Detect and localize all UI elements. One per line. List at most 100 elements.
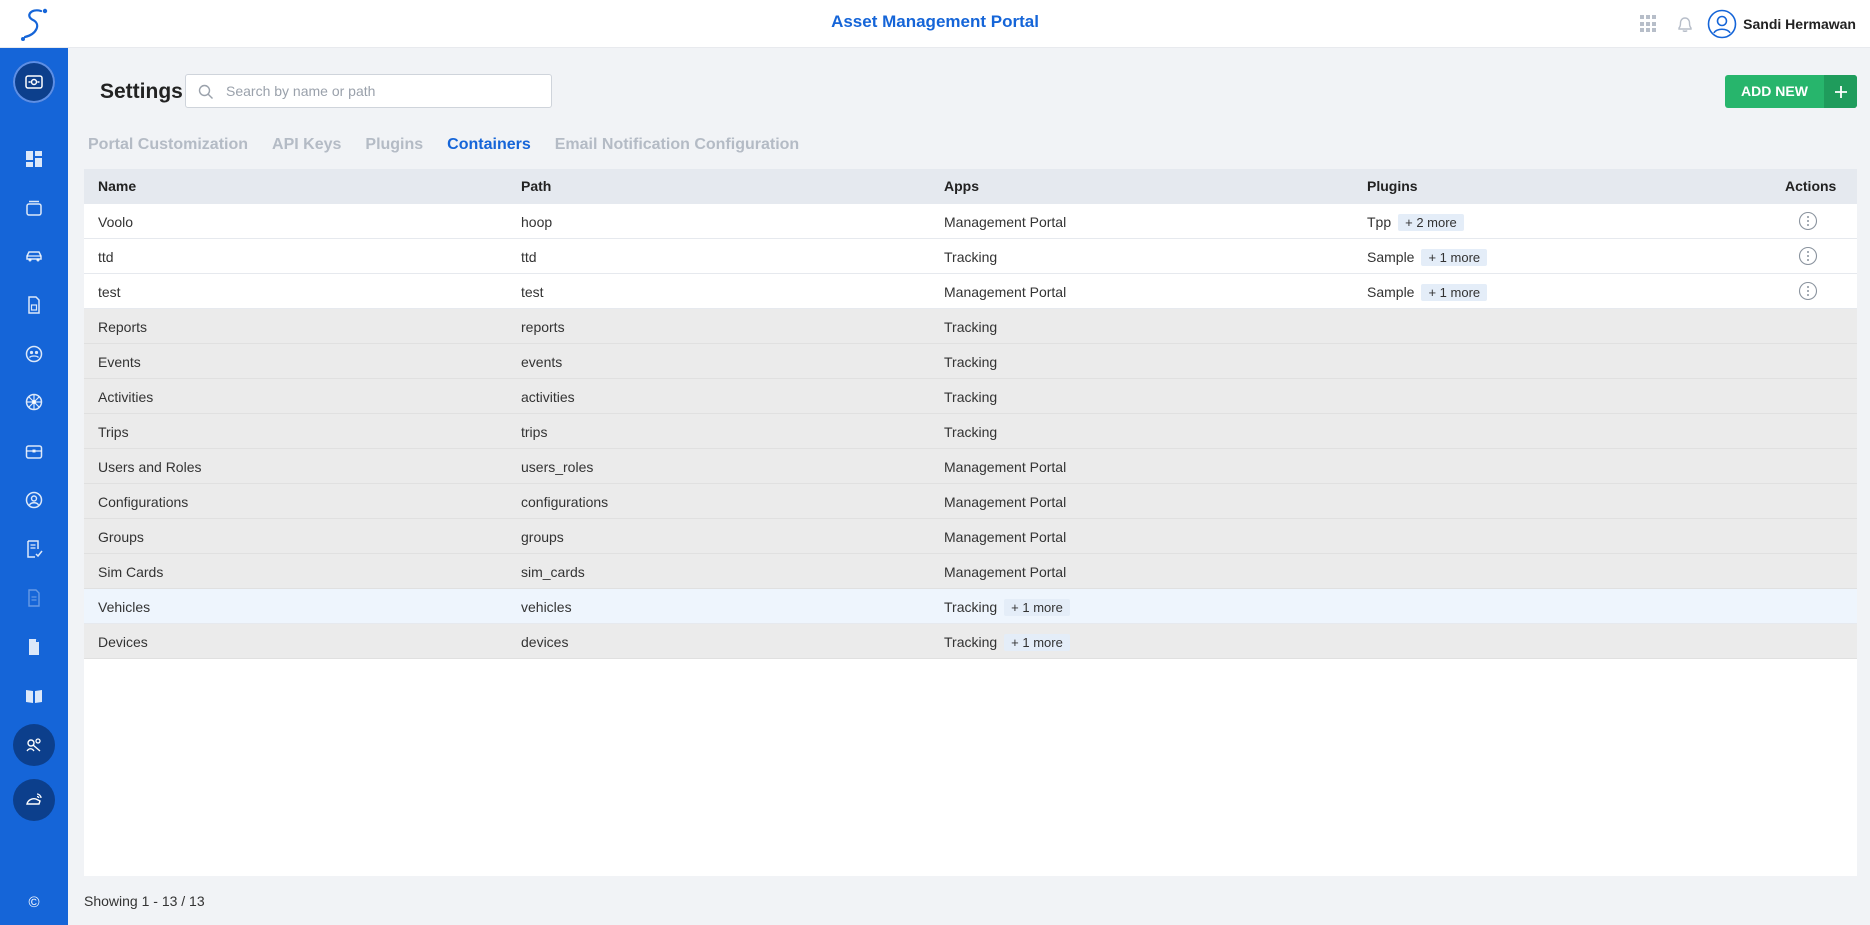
cell-apps: Tracking: [944, 414, 997, 449]
sidebar-item-users[interactable]: [0, 480, 68, 520]
cell-name-text: Devices: [98, 633, 148, 650]
more-actions-icon[interactable]: [1798, 246, 1818, 266]
column-header-plugins[interactable]: Plugins: [1367, 169, 1418, 204]
table-row[interactable]: Configurations configurations Management P…: [84, 484, 1857, 519]
cell-path: hoop: [521, 204, 552, 239]
table-row[interactable]: Trips trips Tracking: [84, 414, 1857, 449]
cell-path: vehicles: [521, 589, 572, 624]
sidebar-item-wheel[interactable]: [0, 382, 68, 422]
plugins-more-badge[interactable]: + 2 more: [1398, 213, 1464, 231]
cell-name: test: [98, 274, 121, 309]
table-row[interactable]: Reports reports Tracking: [84, 309, 1857, 344]
users-group-icon: [25, 345, 43, 363]
cell-name-text: ttd: [98, 248, 114, 265]
user-avatar-icon[interactable]: [1707, 9, 1737, 39]
cell-apps: Tracking + 1 more: [944, 589, 1070, 624]
cell-name: Groups: [98, 519, 144, 554]
sidebar-item-checklist[interactable]: [0, 529, 68, 569]
column-header-apps[interactable]: Apps: [944, 169, 979, 204]
cell-apps-text: Tracking: [944, 423, 998, 440]
pagination-summary: Showing 1 - 13 / 13: [84, 893, 205, 909]
cell-name: Reports: [98, 309, 147, 344]
table-row[interactable]: test test Management Portal Sample + 1 more: [84, 274, 1857, 309]
notification-bell-icon[interactable]: [1675, 14, 1695, 34]
cell-apps-text: Tracking: [944, 353, 998, 370]
tab-portal-customization[interactable]: Portal Customization: [88, 136, 248, 160]
cell-path: events: [521, 344, 562, 379]
table-row[interactable]: Activities activities Tracking: [84, 379, 1857, 414]
cell-name-text: Events: [98, 353, 141, 370]
sidebar-tools-button[interactable]: [13, 724, 55, 766]
cell-name: Devices: [98, 624, 148, 659]
cell-name-text: Vehicles: [98, 598, 151, 615]
cell-name: Vehicles: [98, 589, 150, 624]
file-icon: [29, 639, 39, 655]
cell-path-text: vehicles: [521, 598, 572, 615]
tab-plugins[interactable]: Plugins: [365, 136, 423, 160]
cell-apps-text: Management Portal: [944, 458, 1067, 475]
cell-plugins-text: Tpp: [1367, 213, 1392, 230]
sidebar-item-documents[interactable]: [0, 578, 68, 618]
search-icon: [198, 84, 213, 99]
cell-name: Voolo: [98, 204, 133, 239]
cell-apps: Management Portal: [944, 204, 1066, 239]
signal-vehicle-icon: [26, 793, 42, 805]
cell-plugins: Sample + 1 more: [1367, 239, 1488, 274]
cell-path: devices: [521, 624, 568, 659]
cell-path: reports: [521, 309, 565, 344]
add-new-button[interactable]: ADD NEW: [1725, 75, 1857, 108]
cell-apps-text: Tracking: [944, 388, 998, 405]
user-name[interactable]: Sandi Hermawan: [1743, 16, 1856, 32]
cell-name-text: Trips: [98, 423, 129, 440]
column-header-path[interactable]: Path: [521, 169, 551, 204]
apps-more-badge[interactable]: + 1 more: [1004, 633, 1070, 651]
tab-api-keys[interactable]: API Keys: [272, 136, 341, 160]
sidebar-item-dashboard[interactable]: [0, 139, 68, 179]
cell-path-text: ttd: [521, 248, 537, 265]
column-header-name[interactable]: Name: [98, 169, 136, 204]
tab-email-notification-configuration[interactable]: Email Notification Configuration: [555, 136, 799, 160]
cell-apps: Tracking: [944, 379, 997, 414]
sidebar-item-vehicles[interactable]: [0, 236, 68, 276]
cell-apps-text: Tracking: [944, 598, 998, 615]
cell-apps-text: Management Portal: [944, 213, 1067, 230]
sidebar-item-reports[interactable]: [0, 285, 68, 325]
table-row[interactable]: ttd ttd Tracking Sample + 1 more: [84, 239, 1857, 274]
apps-more-badge[interactable]: + 1 more: [1004, 598, 1070, 616]
cell-path-text: events: [521, 353, 563, 370]
page-title: Settings: [100, 80, 183, 103]
sidebar-settings-button[interactable]: [13, 61, 55, 103]
more-actions-icon[interactable]: [1798, 281, 1818, 301]
table-row[interactable]: Devices devices Tracking + 1 more: [84, 624, 1857, 659]
table-row[interactable]: Voolo hoop Management Portal Tpp + 2 more: [84, 204, 1857, 239]
table-row[interactable]: Vehicles vehicles Tracking + 1 more: [84, 589, 1857, 624]
plugins-more-badge[interactable]: + 1 more: [1421, 283, 1488, 301]
tab-containers[interactable]: Containers: [447, 136, 531, 160]
sidebar-fleet-button[interactable]: [13, 779, 55, 821]
sidebar-item-layers[interactable]: [0, 188, 68, 228]
cell-path: activities: [521, 379, 575, 414]
cell-plugins: Sample + 1 more: [1367, 274, 1488, 309]
app-title: Asset Management Portal: [831, 12, 1039, 31]
tools-icon: [26, 738, 41, 752]
sidebar-item-guide[interactable]: [0, 676, 68, 716]
search-input[interactable]: [226, 75, 546, 107]
table-row[interactable]: Users and Roles users_roles Management Por…: [84, 449, 1857, 484]
sidebar-item-groups[interactable]: [0, 334, 68, 374]
sidebar-item-inventory[interactable]: [0, 431, 68, 471]
cell-name: Configurations: [98, 484, 188, 519]
table-header: Name Path Apps Plugins Actions: [84, 169, 1857, 204]
cell-plugins: Tpp + 2 more: [1367, 204, 1464, 239]
table-row[interactable]: Groups groups Management Portal: [84, 519, 1857, 554]
cell-path-text: hoop: [521, 213, 553, 230]
plugins-more-badge[interactable]: + 1 more: [1421, 248, 1488, 266]
copyright-symbol[interactable]: ©: [0, 894, 68, 911]
more-actions-icon[interactable]: [1798, 211, 1818, 231]
search-box: [185, 74, 552, 108]
table-row[interactable]: Events events Tracking: [84, 344, 1857, 379]
cell-apps-text: Management Portal: [944, 528, 1067, 545]
plus-icon: [1824, 75, 1857, 108]
table-row[interactable]: Sim Cards sim_cards Management Portal: [84, 554, 1857, 589]
sidebar-item-files[interactable]: [0, 627, 68, 667]
apps-grid-icon[interactable]: [1640, 15, 1658, 33]
